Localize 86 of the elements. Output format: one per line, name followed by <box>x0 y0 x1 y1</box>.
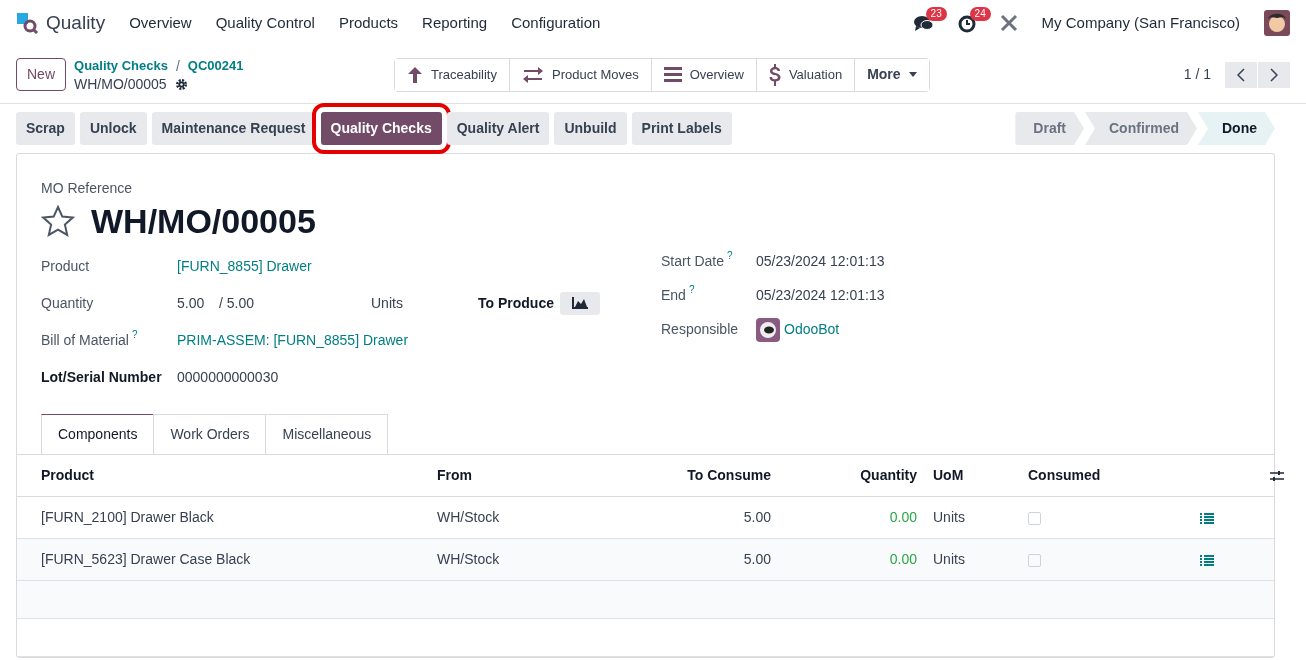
sliders-icon[interactable] <box>1270 470 1284 483</box>
activity-count: 24 <box>969 6 991 21</box>
table-cell: 5.00 <box>743 550 771 567</box>
field-label: Bill of Material <box>41 330 129 350</box>
record-name: WH/MO/00005 <box>74 77 167 93</box>
menu-item[interactable]: Overview <box>129 11 192 35</box>
action-button[interactable]: Quality Alert <box>446 112 550 145</box>
field-label: Start Date <box>661 252 725 272</box>
dollar-icon <box>768 63 781 86</box>
company-name[interactable]: My Company (San Francisco) <box>1041 11 1240 35</box>
app-name[interactable]: Quality <box>46 8 106 38</box>
quantity-value: 5.00 <box>177 293 206 313</box>
table-cell: 0.00 <box>889 508 917 525</box>
breadcrumb-separator: / <box>175 57 180 77</box>
clock-icon[interactable] <box>957 14 976 33</box>
table-cell: WH/Stock <box>437 508 500 525</box>
menu-item[interactable]: Reporting <box>422 11 488 35</box>
caret-icon <box>908 72 917 77</box>
column-header[interactable]: To Consume <box>687 466 771 483</box>
swap-arrows-icon <box>522 66 544 83</box>
smart-button[interactable]: Traceability <box>395 58 510 91</box>
chevron-right-icon <box>1270 67 1278 82</box>
arrow-up-icon <box>407 65 423 84</box>
record-title: WH/MO/00005 <box>91 201 316 242</box>
field-link[interactable]: PRIM-ASSEM: [FURN_8855] Drawer <box>177 329 409 351</box>
menu-item[interactable]: Configuration <box>511 11 601 35</box>
user-link[interactable]: OdooBot <box>784 319 840 341</box>
status-step[interactable]: Draft <box>1015 112 1084 145</box>
help-icon[interactable]: ? <box>727 251 733 262</box>
app-logo-icon[interactable] <box>16 12 38 34</box>
checkbox[interactable] <box>1028 511 1041 525</box>
new-button[interactable]: New <box>16 58 66 91</box>
action-button[interactable]: Scrap <box>16 112 75 145</box>
uom-value: Units <box>371 293 404 313</box>
table-cell: [FURN_2100] Drawer Black <box>41 508 214 525</box>
message-count: 23 <box>925 6 947 21</box>
forecast-button[interactable] <box>559 291 600 315</box>
area-chart-icon <box>571 297 588 310</box>
column-header[interactable]: Product <box>41 466 94 483</box>
chevron-left-icon <box>1237 67 1245 82</box>
table-cell: WH/Stock <box>437 550 500 567</box>
details-list-icon[interactable] <box>1200 512 1214 524</box>
status-step[interactable]: Confirmed <box>1085 112 1197 145</box>
field-value: 0000000000030 <box>177 367 279 387</box>
menu-lines-icon <box>663 67 682 82</box>
column-header[interactable]: Quantity <box>860 466 917 483</box>
table-cell: 0.00 <box>889 550 917 567</box>
table-cell: [FURN_5623] Drawer Case Black <box>41 550 251 567</box>
field-label: Responsible <box>661 320 739 340</box>
table-cell: Units <box>933 550 965 567</box>
tab[interactable]: Components <box>41 413 155 454</box>
help-icon[interactable]: ? <box>688 285 695 296</box>
column-header[interactable]: Consumed <box>1028 466 1101 483</box>
table-cell: Units <box>933 508 965 525</box>
breadcrumb-link[interactable]: QC00241 <box>187 56 244 78</box>
previous-button[interactable] <box>1225 61 1257 88</box>
breadcrumb-link[interactable]: Quality Checks <box>74 56 168 78</box>
column-header[interactable]: From <box>437 466 472 483</box>
pager-value: 1 / 1 <box>1183 65 1211 84</box>
tab[interactable]: Miscellaneous <box>265 413 389 454</box>
column-header[interactable]: UoM <box>933 466 964 483</box>
status-step[interactable]: Done <box>1198 112 1275 145</box>
next-button[interactable] <box>1258 61 1290 88</box>
action-button[interactable]: Unbuild <box>554 112 627 145</box>
quantity-total: / 5.00 <box>219 293 256 313</box>
star-icon[interactable] <box>41 205 75 238</box>
checkbox[interactable] <box>1028 553 1041 567</box>
action-button[interactable]: Print Labels <box>631 112 732 145</box>
bot-avatar <box>756 317 780 342</box>
field-label: Lot/Serial Number <box>41 367 162 387</box>
field-label: MO Reference <box>41 179 134 198</box>
field-value: 05/23/2024 12:01:13 <box>756 286 885 306</box>
details-list-icon[interactable] <box>1200 554 1214 566</box>
action-button[interactable]: Unlock <box>79 112 147 145</box>
gear-icon[interactable] <box>174 78 188 92</box>
menu-item[interactable]: Products <box>338 11 399 35</box>
field-label: Quantity <box>41 293 94 313</box>
help-icon[interactable]: ? <box>131 329 138 340</box>
menu-item[interactable]: Quality Control <box>215 11 315 35</box>
field-value: 05/23/2024 12:01:13 <box>756 252 885 272</box>
table-cell: 5.00 <box>743 508 771 525</box>
field-label: End <box>661 286 686 306</box>
user-avatar[interactable] <box>1264 10 1290 36</box>
field-label: Product <box>41 256 90 276</box>
field-link[interactable]: [FURN_8855] Drawer <box>177 255 312 277</box>
field-label: To Produce <box>478 293 554 313</box>
